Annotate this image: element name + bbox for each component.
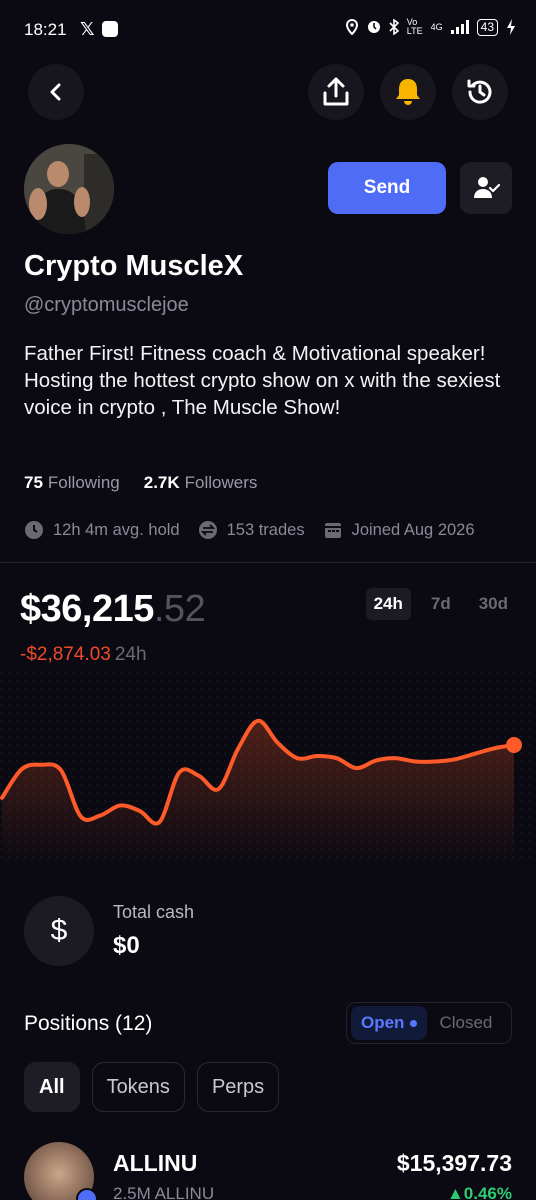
avg-hold: 12h 4m avg. hold — [24, 520, 180, 540]
filter-all[interactable]: All — [24, 1062, 80, 1112]
balance-main: $36,215 — [20, 588, 154, 630]
bell-icon — [396, 79, 420, 105]
portfolio-change: -$2,874.03 24h — [20, 644, 147, 666]
range-30d[interactable]: 30d — [471, 588, 516, 620]
portfolio-chart — [0, 672, 536, 862]
clock-icon — [25, 521, 43, 539]
range-24h[interactable]: 24h — [365, 588, 411, 620]
joined-text: Joined Aug 2026 — [351, 520, 475, 539]
chain-badge-icon — [76, 1188, 98, 1200]
notifications-button[interactable] — [380, 64, 436, 120]
section-divider — [0, 562, 536, 563]
profile-handle: @cryptomusclejoe — [24, 294, 189, 316]
share-icon — [323, 77, 349, 106]
status-time: 18:21 — [24, 20, 67, 39]
status-icons: Vo LTE 4G 43 — [345, 18, 516, 36]
total-cash-value: $0 — [113, 932, 140, 959]
following-label: Following — [47, 473, 120, 492]
dollar-icon: $ — [24, 896, 94, 966]
profile-avatar — [24, 144, 114, 234]
bluetooth-icon — [389, 19, 399, 35]
position-filters: All Tokens Perps — [24, 1062, 280, 1112]
open-closed-toggle: Open Closed — [346, 1002, 512, 1044]
range-selector: 24h 7d 30d — [365, 588, 516, 620]
chevron-left-icon — [50, 83, 61, 101]
token-amount: 2.5M ALLINU — [113, 1184, 215, 1200]
following-count: 75 — [24, 473, 43, 492]
signal-icon — [450, 20, 469, 34]
token-name: ALLINU — [113, 1150, 198, 1176]
avg-hold-text: 12h 4m avg. hold — [53, 520, 180, 539]
open-label: Open — [361, 1013, 405, 1032]
open-dot — [410, 1019, 418, 1027]
total-cash-label: Total cash — [113, 902, 195, 922]
send-button[interactable]: Send — [328, 162, 446, 214]
profile-name: Crypto MuscleX — [24, 250, 244, 282]
open-tab[interactable]: Open — [351, 1006, 428, 1040]
token-value: $15,397.73 — [396, 1150, 512, 1176]
volte-icon: Vo LTE — [406, 17, 423, 36]
profile-meta: 12h 4m avg. hold 153 trades Joined Aug 2… — [24, 520, 475, 540]
followers-count: 2.7K — [143, 473, 180, 492]
change-value: -$2,874.03 — [20, 644, 111, 665]
x-app-icon: 𝕏 — [80, 19, 95, 39]
token-change: ▲0.46% — [446, 1184, 512, 1200]
user-check-icon — [474, 177, 500, 198]
following-stat[interactable]: 75 Following — [24, 473, 120, 493]
joined-date: Joined Aug 2026 — [323, 520, 475, 540]
filter-tokens[interactable]: Tokens — [91, 1062, 185, 1112]
filter-perps[interactable]: Perps — [196, 1062, 280, 1112]
notification-app-icon — [102, 21, 118, 37]
follow-stats: 75 Following 2.7K Followers — [24, 473, 257, 493]
status-bar: 18:21 𝕏 Vo LTE 4G 43 — [0, 0, 536, 60]
swap-icon — [198, 521, 217, 539]
range-7d[interactable]: 7d — [423, 588, 459, 620]
charging-icon — [507, 19, 515, 35]
balance-cents: .52 — [153, 588, 206, 630]
network-type: 4G — [430, 21, 443, 32]
history-button[interactable] — [452, 64, 508, 120]
location-icon — [345, 19, 358, 35]
followers-label: Followers — [184, 473, 258, 492]
positions-title: Positions (12) — [24, 1012, 153, 1035]
chart-current-point[interactable] — [506, 737, 522, 753]
closed-tab[interactable]: Closed — [427, 1013, 504, 1033]
portfolio-balance: $36,215.52 — [20, 588, 206, 631]
share-button[interactable] — [308, 64, 364, 120]
profile-bio: Father First! Fitness coach & Motivation… — [24, 342, 501, 419]
trades-count: 153 trades — [198, 520, 305, 540]
battery-indicator: 43 — [476, 18, 498, 36]
followers-stat[interactable]: 2.7K Followers — [144, 473, 258, 493]
alarm-icon — [367, 21, 380, 33]
calendar-icon — [324, 523, 341, 538]
follow-button[interactable] — [460, 162, 512, 214]
history-icon — [467, 79, 492, 104]
back-button[interactable] — [28, 64, 84, 120]
avatar-photo — [24, 144, 114, 234]
change-period: 24h — [114, 644, 147, 665]
trades-text: 153 trades — [226, 520, 305, 539]
